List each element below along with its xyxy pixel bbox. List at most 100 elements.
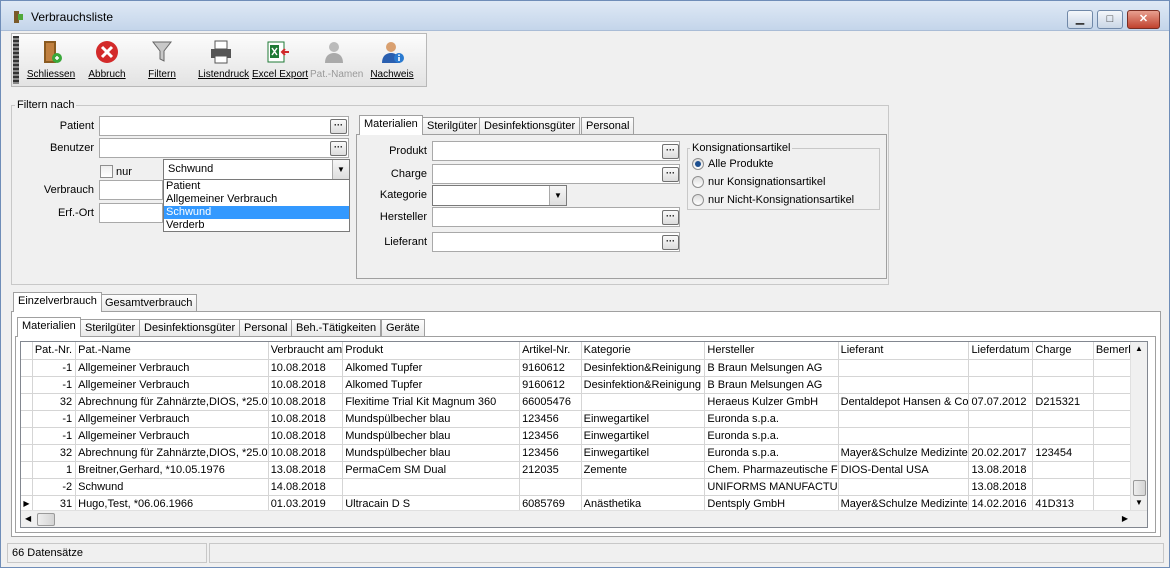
table-cell[interactable]: Euronda s.p.a. [704, 427, 839, 445]
table-cell[interactable]: -1 [32, 410, 77, 428]
subtab-sterile[interactable]: Sterilgüter [80, 319, 141, 337]
table-cell[interactable]: PermaCem SM Dual [342, 461, 521, 479]
table-cell[interactable]: 10.08.2018 [268, 410, 344, 428]
row-header[interactable] [21, 393, 33, 411]
row-header[interactable] [21, 478, 33, 496]
col-header-manufacturer[interactable]: Hersteller [704, 342, 839, 360]
batch-lookup-button[interactable]: ··· [662, 167, 679, 182]
table-cell[interactable]: 20.02.2017 [968, 444, 1034, 462]
table-cell[interactable]: 13.08.2018 [268, 461, 344, 479]
scroll-up-icon[interactable]: ▲ [1135, 344, 1143, 353]
table-cell[interactable]: 10.08.2018 [268, 393, 344, 411]
table-cell[interactable]: Euronda s.p.a. [704, 410, 839, 428]
patient-names-button[interactable]: Pat.-Namen [310, 37, 363, 85]
col-header-patient-no[interactable]: Pat.-Nr. [32, 342, 77, 360]
table-cell[interactable] [1032, 410, 1094, 428]
maximize-button[interactable]: □ [1097, 10, 1123, 29]
table-cell[interactable] [1032, 461, 1094, 479]
table-cell[interactable]: Einwegartikel [581, 427, 706, 445]
col-header-patient-name[interactable]: Pat.-Name [75, 342, 269, 360]
table-cell[interactable]: 212035 [519, 461, 582, 479]
table-cell[interactable]: DIOS-Dental USA [838, 461, 970, 479]
table-cell[interactable]: Allgemeiner Verbrauch [75, 410, 269, 428]
radio-non-consignment[interactable] [692, 194, 704, 206]
table-cell[interactable]: -2 [32, 478, 77, 496]
col-header-article-no[interactable]: Artikel-Nr. [519, 342, 582, 360]
table-row[interactable]: -1 Allgemeiner Verbrauch 10.08.2018 Mundspü… [21, 427, 1147, 445]
tab-total-consumption[interactable]: Gesamtverbrauch [100, 294, 198, 312]
table-cell[interactable] [838, 478, 970, 496]
table-cell[interactable]: Heraeus Kulzer GmbH [704, 393, 839, 411]
table-cell[interactable]: Mundspülbecher blau [342, 444, 521, 462]
table-cell[interactable]: 07.07.2012 [968, 393, 1034, 411]
proof-button[interactable]: Nachweis [370, 37, 414, 85]
table-cell[interactable]: UNIFORMS MANUFACTU [704, 478, 839, 496]
filter-tab-sterile[interactable]: Sterilgüter [422, 117, 483, 135]
dropdown-option-spoilage[interactable]: Verderb [164, 219, 349, 232]
table-cell[interactable] [581, 393, 706, 411]
product-lookup-button[interactable]: ··· [662, 144, 679, 159]
col-header-category[interactable]: Kategorie [581, 342, 706, 360]
row-header[interactable] [21, 376, 33, 394]
table-cell[interactable]: B Braun Melsungen AG [704, 359, 839, 377]
manufacturer-lookup-button[interactable]: ··· [662, 210, 679, 225]
horizontal-scroll-thumb[interactable] [37, 513, 55, 526]
table-cell[interactable]: 9160612 [519, 376, 582, 394]
table-cell[interactable] [581, 478, 706, 496]
table-cell[interactable]: 10.08.2018 [268, 359, 344, 377]
table-cell[interactable]: -1 [32, 427, 77, 445]
table-cell[interactable]: D215321 [1032, 393, 1094, 411]
table-cell[interactable]: Allgemeiner Verbrauch [75, 427, 269, 445]
table-row[interactable]: 1 Breitner,Gerhard, *10.05.1976 13.08.2018… [21, 461, 1147, 479]
table-cell[interactable]: B Braun Melsungen AG [704, 376, 839, 394]
col-header-supplier[interactable]: Lieferant [838, 342, 970, 360]
subtab-personnel[interactable]: Personal [239, 319, 293, 337]
table-cell[interactable]: Schwund [75, 478, 269, 496]
table-cell[interactable] [519, 478, 582, 496]
row-header[interactable] [21, 359, 33, 377]
row-header[interactable] [21, 461, 33, 479]
category-combo[interactable]: ▼ [432, 185, 567, 206]
table-cell[interactable]: 123454 [1032, 444, 1094, 462]
table-cell[interactable]: Einwegartikel [581, 444, 706, 462]
table-cell[interactable]: 32 [32, 444, 77, 462]
table-row[interactable]: 32 Abrechnung für Zahnärzte,DIOS, *25.0 10… [21, 444, 1147, 462]
scroll-left-icon[interactable]: ◀ [25, 514, 31, 523]
minimize-button[interactable]: ▁ [1067, 10, 1093, 29]
table-cell[interactable]: 10.08.2018 [268, 444, 344, 462]
table-cell[interactable]: 13.08.2018 [968, 478, 1034, 496]
user-field[interactable] [99, 138, 349, 158]
table-cell[interactable]: Einwegartikel [581, 410, 706, 428]
table-cell[interactable]: 10.08.2018 [268, 427, 344, 445]
table-cell[interactable]: Abrechnung für Zahnärzte,DIOS, *25.0 [75, 393, 269, 411]
supplier-field[interactable] [432, 232, 680, 252]
dropdown-option-shrinkage[interactable]: Schwund [164, 206, 349, 219]
product-field[interactable] [432, 141, 680, 161]
table-cell[interactable]: 123456 [519, 427, 582, 445]
close-button[interactable]: Schliessen [26, 37, 76, 85]
table-row[interactable]: -1 Allgemeiner Verbrauch 10.08.2018 Mundspü… [21, 410, 1147, 428]
radio-all-products[interactable] [692, 158, 704, 170]
dropdown-option-general[interactable]: Allgemeiner Verbrauch [164, 193, 349, 206]
table-cell[interactable] [968, 359, 1034, 377]
only-checkbox[interactable] [100, 165, 113, 178]
table-cell[interactable]: Desinfektion&Reinigung [581, 359, 706, 377]
col-header-batch[interactable]: Charge [1032, 342, 1094, 360]
supplier-lookup-button[interactable]: ··· [662, 235, 679, 250]
col-header-product[interactable]: Produkt [342, 342, 521, 360]
horizontal-scrollbar[interactable]: ◀ ▶ [21, 510, 1147, 527]
table-cell[interactable] [838, 427, 970, 445]
patient-lookup-button[interactable]: ··· [330, 119, 347, 134]
table-cell[interactable]: -1 [32, 376, 77, 394]
table-cell[interactable]: Mundspülbecher blau [342, 427, 521, 445]
table-cell[interactable] [342, 478, 521, 496]
col-header-delivery-date[interactable]: Lieferdatum [968, 342, 1034, 360]
table-cell[interactable]: 10.08.2018 [268, 376, 344, 394]
batch-field[interactable] [432, 164, 680, 184]
table-cell[interactable]: 9160612 [519, 359, 582, 377]
table-cell[interactable]: Dentaldepot Hansen & Co [838, 393, 970, 411]
filter-button[interactable]: Filtern [142, 37, 182, 85]
manufacturer-field[interactable] [432, 207, 680, 227]
table-cell[interactable]: Breitner,Gerhard, *10.05.1976 [75, 461, 269, 479]
table-row[interactable]: -2 Schwund 14.08.2018 UNIFORMS MANUFACTU 13.… [21, 478, 1147, 496]
